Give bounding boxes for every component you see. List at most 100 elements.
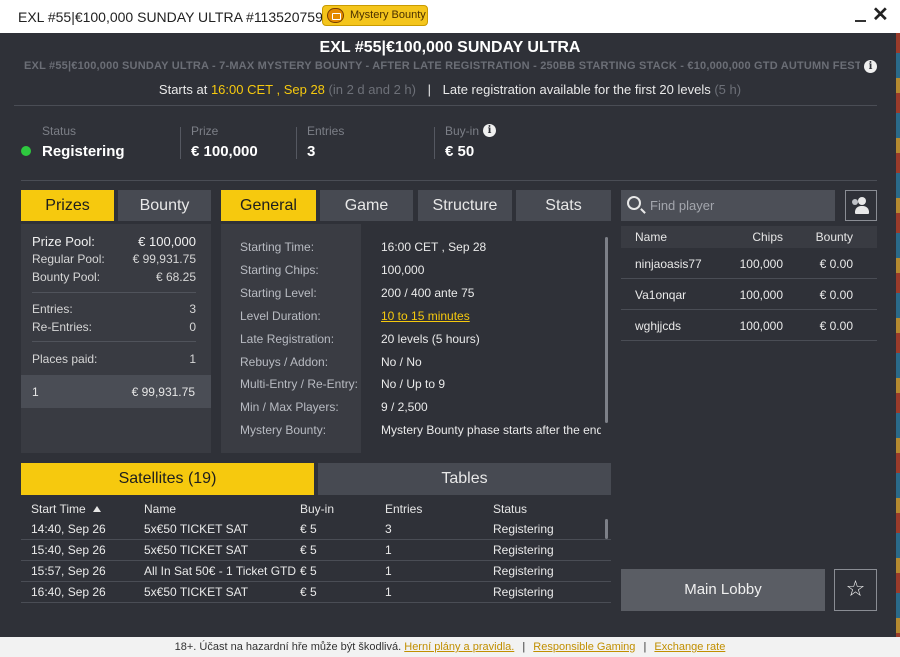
info-icon[interactable]: i [864, 60, 877, 73]
bounty-pool-label: Bounty Pool: [32, 270, 101, 284]
player-row[interactable]: Va1onqar 100,000 € 0.00 [621, 279, 877, 310]
player-search-input[interactable] [650, 190, 830, 221]
col-sat-status[interactable]: Status [493, 502, 527, 516]
prize-entries-label: Entries: [32, 302, 73, 316]
sat-status: Registering [493, 585, 554, 599]
general-value: No / Up to 9 [381, 377, 446, 391]
start-relative: (in 2 d and 2 h) [328, 82, 416, 97]
satellite-row[interactable]: 14:40, Sep 26 5x€50 TICKET SAT € 5 3 Reg… [21, 519, 611, 540]
player-name: Va1onqar [635, 288, 687, 302]
gift-icon [327, 8, 344, 23]
tab-prizes[interactable]: Prizes [21, 190, 114, 221]
stat-status-value: Registering [42, 143, 125, 160]
general-label: Rebuys / Addon: [240, 355, 329, 369]
footer-separator: | [643, 641, 647, 653]
sort-ascending-icon [92, 506, 101, 512]
player-row[interactable]: wghjjcds 100,000 € 0.00 [621, 310, 877, 341]
friends-button[interactable] [845, 190, 877, 221]
tab-tables[interactable]: Tables [318, 463, 611, 495]
reentries-value: 0 [189, 320, 196, 334]
satellites-scrollbar[interactable] [605, 519, 608, 539]
star-icon: ☆ [845, 577, 866, 602]
sat-status: Registering [493, 564, 554, 578]
payout-row: 1 € 99,931.75 [21, 375, 211, 408]
col-sat-entries[interactable]: Entries [385, 502, 422, 516]
places-paid-row: Places paid: 1 [32, 352, 196, 366]
buyin-info-icon[interactable]: i [483, 124, 496, 137]
player-list-header: Name Chips Bounty [621, 226, 877, 248]
stat-prize: Prize € 100,000 [191, 124, 258, 160]
player-chips: 100,000 [739, 257, 783, 271]
close-button[interactable]: ✕ [872, 4, 889, 26]
regular-pool-label: Regular Pool: [32, 252, 105, 266]
sat-status: Registering [493, 543, 554, 557]
stat-entries: Entries 3 [307, 124, 344, 160]
tournament-subtitle: EXL #55|€100,000 SUNDAY ULTRA - 7-MAX MY… [24, 60, 860, 72]
general-label: Multi-Entry / Re-Entry: [240, 377, 359, 391]
tab-general[interactable]: General [221, 190, 316, 221]
tab-stats[interactable]: Stats [516, 190, 611, 221]
bounty-pool-value: € 68.25 [155, 270, 196, 284]
minimize-button[interactable] [855, 20, 866, 22]
level-duration-link[interactable]: 10 to 15 minutes [381, 309, 470, 323]
sat-start-time: 14:40, Sep 26 [31, 522, 106, 536]
favorite-star-button[interactable]: ☆ [834, 569, 877, 611]
sat-name: 5x€50 TICKET SAT [144, 522, 249, 536]
tab-game[interactable]: Game [320, 190, 413, 221]
player-bounty: € 0.00 [819, 257, 853, 271]
regular-pool-value: € 99,931.75 [132, 252, 196, 266]
footer-responsible-gaming-link[interactable]: Responsible Gaming [533, 641, 635, 653]
satellite-row[interactable]: 16:40, Sep 26 5x€50 TICKET SAT € 5 1 Reg… [21, 582, 611, 603]
col-start-time[interactable]: Start Time [31, 502, 101, 516]
sat-start-time: 16:40, Sep 26 [31, 585, 106, 599]
start-separator: | [427, 82, 431, 97]
col-name[interactable]: Name [635, 230, 667, 244]
satellite-row[interactable]: 15:40, Sep 26 5x€50 TICKET SAT € 5 1 Reg… [21, 540, 611, 561]
tournament-title: EXL #55|€100,000 SUNDAY ULTRA [319, 39, 581, 56]
stat-status-label: Status [42, 124, 77, 138]
col-chips[interactable]: Chips [752, 230, 783, 244]
col-sat-name[interactable]: Name [144, 502, 176, 516]
status-indicator [21, 146, 31, 156]
friends-icon-head [858, 197, 866, 205]
reentries-label: Re-Entries: [32, 320, 93, 334]
divider [32, 292, 196, 293]
general-value: 20 levels (5 hours) [381, 332, 480, 346]
footer-exchange-rate-link[interactable]: Exchange rate [654, 641, 725, 653]
sat-status: Registering [493, 522, 554, 536]
mystery-bounty-badge-label: Mystery Bounty [350, 9, 426, 21]
col-sat-buyin[interactable]: Buy-in [300, 502, 334, 516]
player-row[interactable]: ninjaoasis77 100,000 € 0.00 [621, 248, 877, 279]
general-scrollbar[interactable] [605, 237, 608, 423]
general-label: Starting Time: [240, 240, 315, 254]
payout-place: 1 [32, 385, 39, 399]
stat-divider [180, 127, 181, 159]
footer: 18+. Účast na hazardní hře může být škod… [0, 637, 900, 657]
stat-prize-label: Prize [191, 124, 219, 138]
regular-pool-row: Regular Pool: € 99,931.75 [32, 252, 196, 266]
player-bounty: € 0.00 [819, 288, 853, 302]
stat-prize-value: € 100,000 [191, 143, 258, 160]
player-name: wghjjcds [635, 319, 682, 333]
general-label: Starting Chips: [240, 263, 319, 277]
sat-entries: 1 [385, 585, 392, 599]
player-chips: 100,000 [739, 319, 783, 333]
tab-structure[interactable]: Structure [418, 190, 512, 221]
footer-separator: | [522, 641, 526, 653]
sat-start-time: 15:40, Sep 26 [31, 543, 106, 557]
sat-entries: 1 [385, 564, 392, 578]
general-value: No / No [381, 355, 422, 369]
sat-name: All In Sat 50€ - 1 Ticket GTD [144, 564, 297, 578]
general-value: Mystery Bounty phase starts after the en… [381, 423, 601, 437]
sat-buyin: € 5 [300, 585, 317, 599]
footer-rules-link[interactable]: Herní plány a pravidla. [404, 641, 514, 653]
tab-satellites[interactable]: Satellites (19) [21, 463, 314, 495]
places-paid-value: 1 [189, 352, 196, 366]
main-lobby-button[interactable]: Main Lobby [621, 569, 825, 611]
stat-buyin: Buy-in € 50 [445, 124, 479, 160]
col-bounty[interactable]: Bounty [816, 230, 853, 244]
general-label: Mystery Bounty: [240, 423, 327, 437]
tab-bounty[interactable]: Bounty [118, 190, 211, 221]
sat-entries: 1 [385, 543, 392, 557]
satellite-row[interactable]: 15:57, Sep 26 All In Sat 50€ - 1 Ticket … [21, 561, 611, 582]
